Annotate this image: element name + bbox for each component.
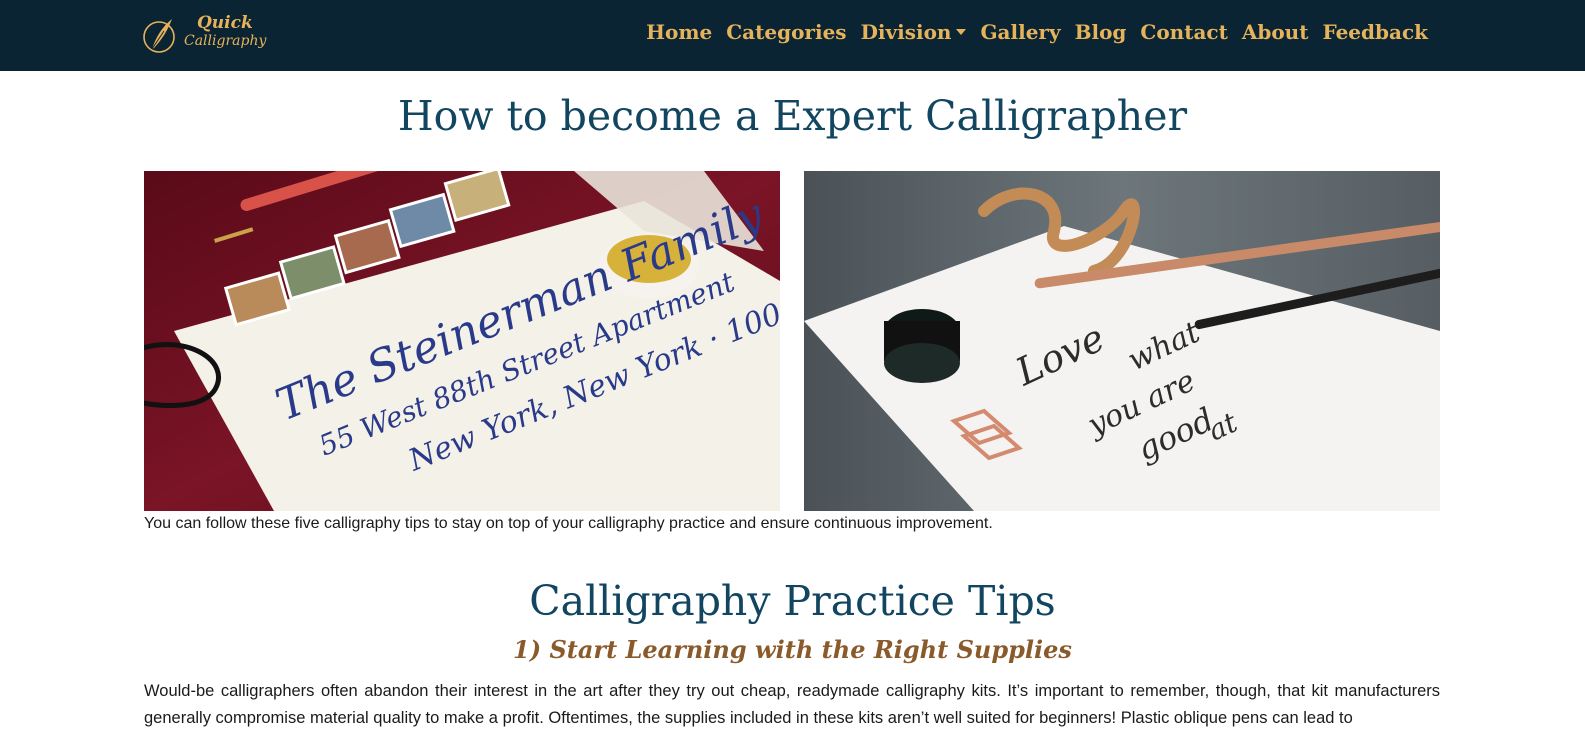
nav-menu: Home Categories Division Gallery Blog Co… xyxy=(639,17,1435,47)
nav-contact[interactable]: Contact xyxy=(1133,17,1234,47)
section-title: Calligraphy Practice Tips xyxy=(529,577,1056,625)
nav-feedback[interactable]: Feedback xyxy=(1315,17,1435,47)
image-caption: You can follow these five calligraphy ti… xyxy=(144,515,993,532)
nav-division-label: Division xyxy=(860,20,952,44)
caret-down-icon xyxy=(956,29,967,35)
nav-division-dropdown[interactable]: Division xyxy=(854,17,974,47)
envelope-calligraphy-photo: The Steinerman Family 55 West 88th Stree… xyxy=(144,171,780,511)
nav-about[interactable]: About xyxy=(1235,17,1316,47)
lettering-supplies-photo: Love what you are good at xyxy=(804,171,1440,511)
top-navbar: Quick Calligraphy Home Categories Divisi… xyxy=(0,0,1585,71)
nav-blog[interactable]: Blog xyxy=(1068,17,1134,47)
page-title: How to become a Expert Calligrapher xyxy=(397,92,1188,140)
logo-text-calligraphy: Calligraphy xyxy=(184,33,267,49)
logo-text-quick: Quick xyxy=(197,13,253,33)
tip-1-title: 1) Start Learning with the Right Supplie… xyxy=(513,635,1072,664)
nav-home[interactable]: Home xyxy=(639,17,719,47)
tip-1-paragraph: Would-be calligraphers often abandon the… xyxy=(144,682,1440,727)
quill-logo-icon xyxy=(143,19,175,53)
nav-gallery[interactable]: Gallery xyxy=(973,17,1067,47)
nav-categories[interactable]: Categories xyxy=(719,17,853,47)
site-logo[interactable]: Quick Calligraphy xyxy=(142,12,266,58)
